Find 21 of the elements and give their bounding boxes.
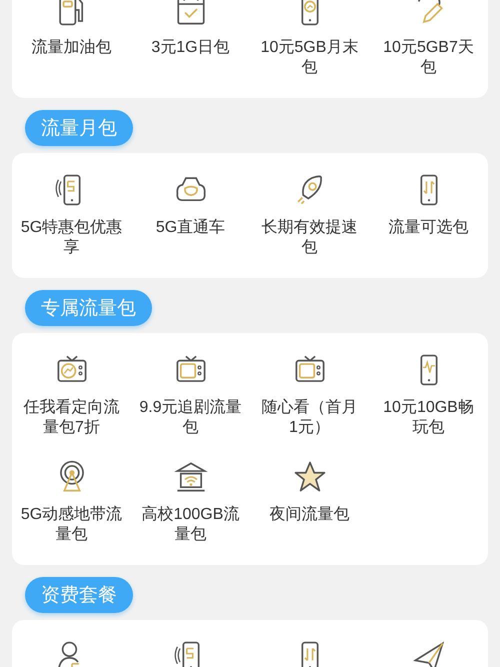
item-label[interactable]: 5G动感地带流量包: [20, 505, 124, 545]
item-label[interactable]: 随心看（首月1元）: [258, 398, 362, 438]
item-label[interactable]: 高校100GB流量包: [138, 505, 242, 545]
paper-plane-icon[interactable]: [412, 640, 446, 667]
item-label[interactable]: 10元10GB畅玩包: [376, 398, 480, 438]
building-icon[interactable]: [174, 460, 208, 494]
item-label[interactable]: 10元5GB月末包: [258, 38, 362, 78]
section-title: 专属流量包: [25, 290, 152, 326]
item-label[interactable]: 流量加油包: [20, 38, 124, 58]
item-label[interactable]: 10元5GB7天包: [376, 38, 480, 78]
item-label[interactable]: 3元1G日包: [138, 38, 242, 58]
item-label[interactable]: 5G特惠包优惠享: [20, 218, 124, 258]
star-icon[interactable]: [292, 460, 326, 494]
item-label[interactable]: 5G直通车: [138, 218, 242, 238]
item-label[interactable]: 流量可选包: [376, 218, 480, 238]
section-title: 资费套餐: [25, 577, 133, 613]
item-label[interactable]: 9.9元追剧流量包: [138, 398, 242, 438]
item-label[interactable]: 任我看定向流量包7折: [20, 398, 124, 438]
item-label[interactable]: 长期有效提速包: [258, 218, 362, 258]
item-label[interactable]: 夜间流量包: [258, 505, 362, 525]
section-title: 流量月包: [25, 110, 133, 146]
